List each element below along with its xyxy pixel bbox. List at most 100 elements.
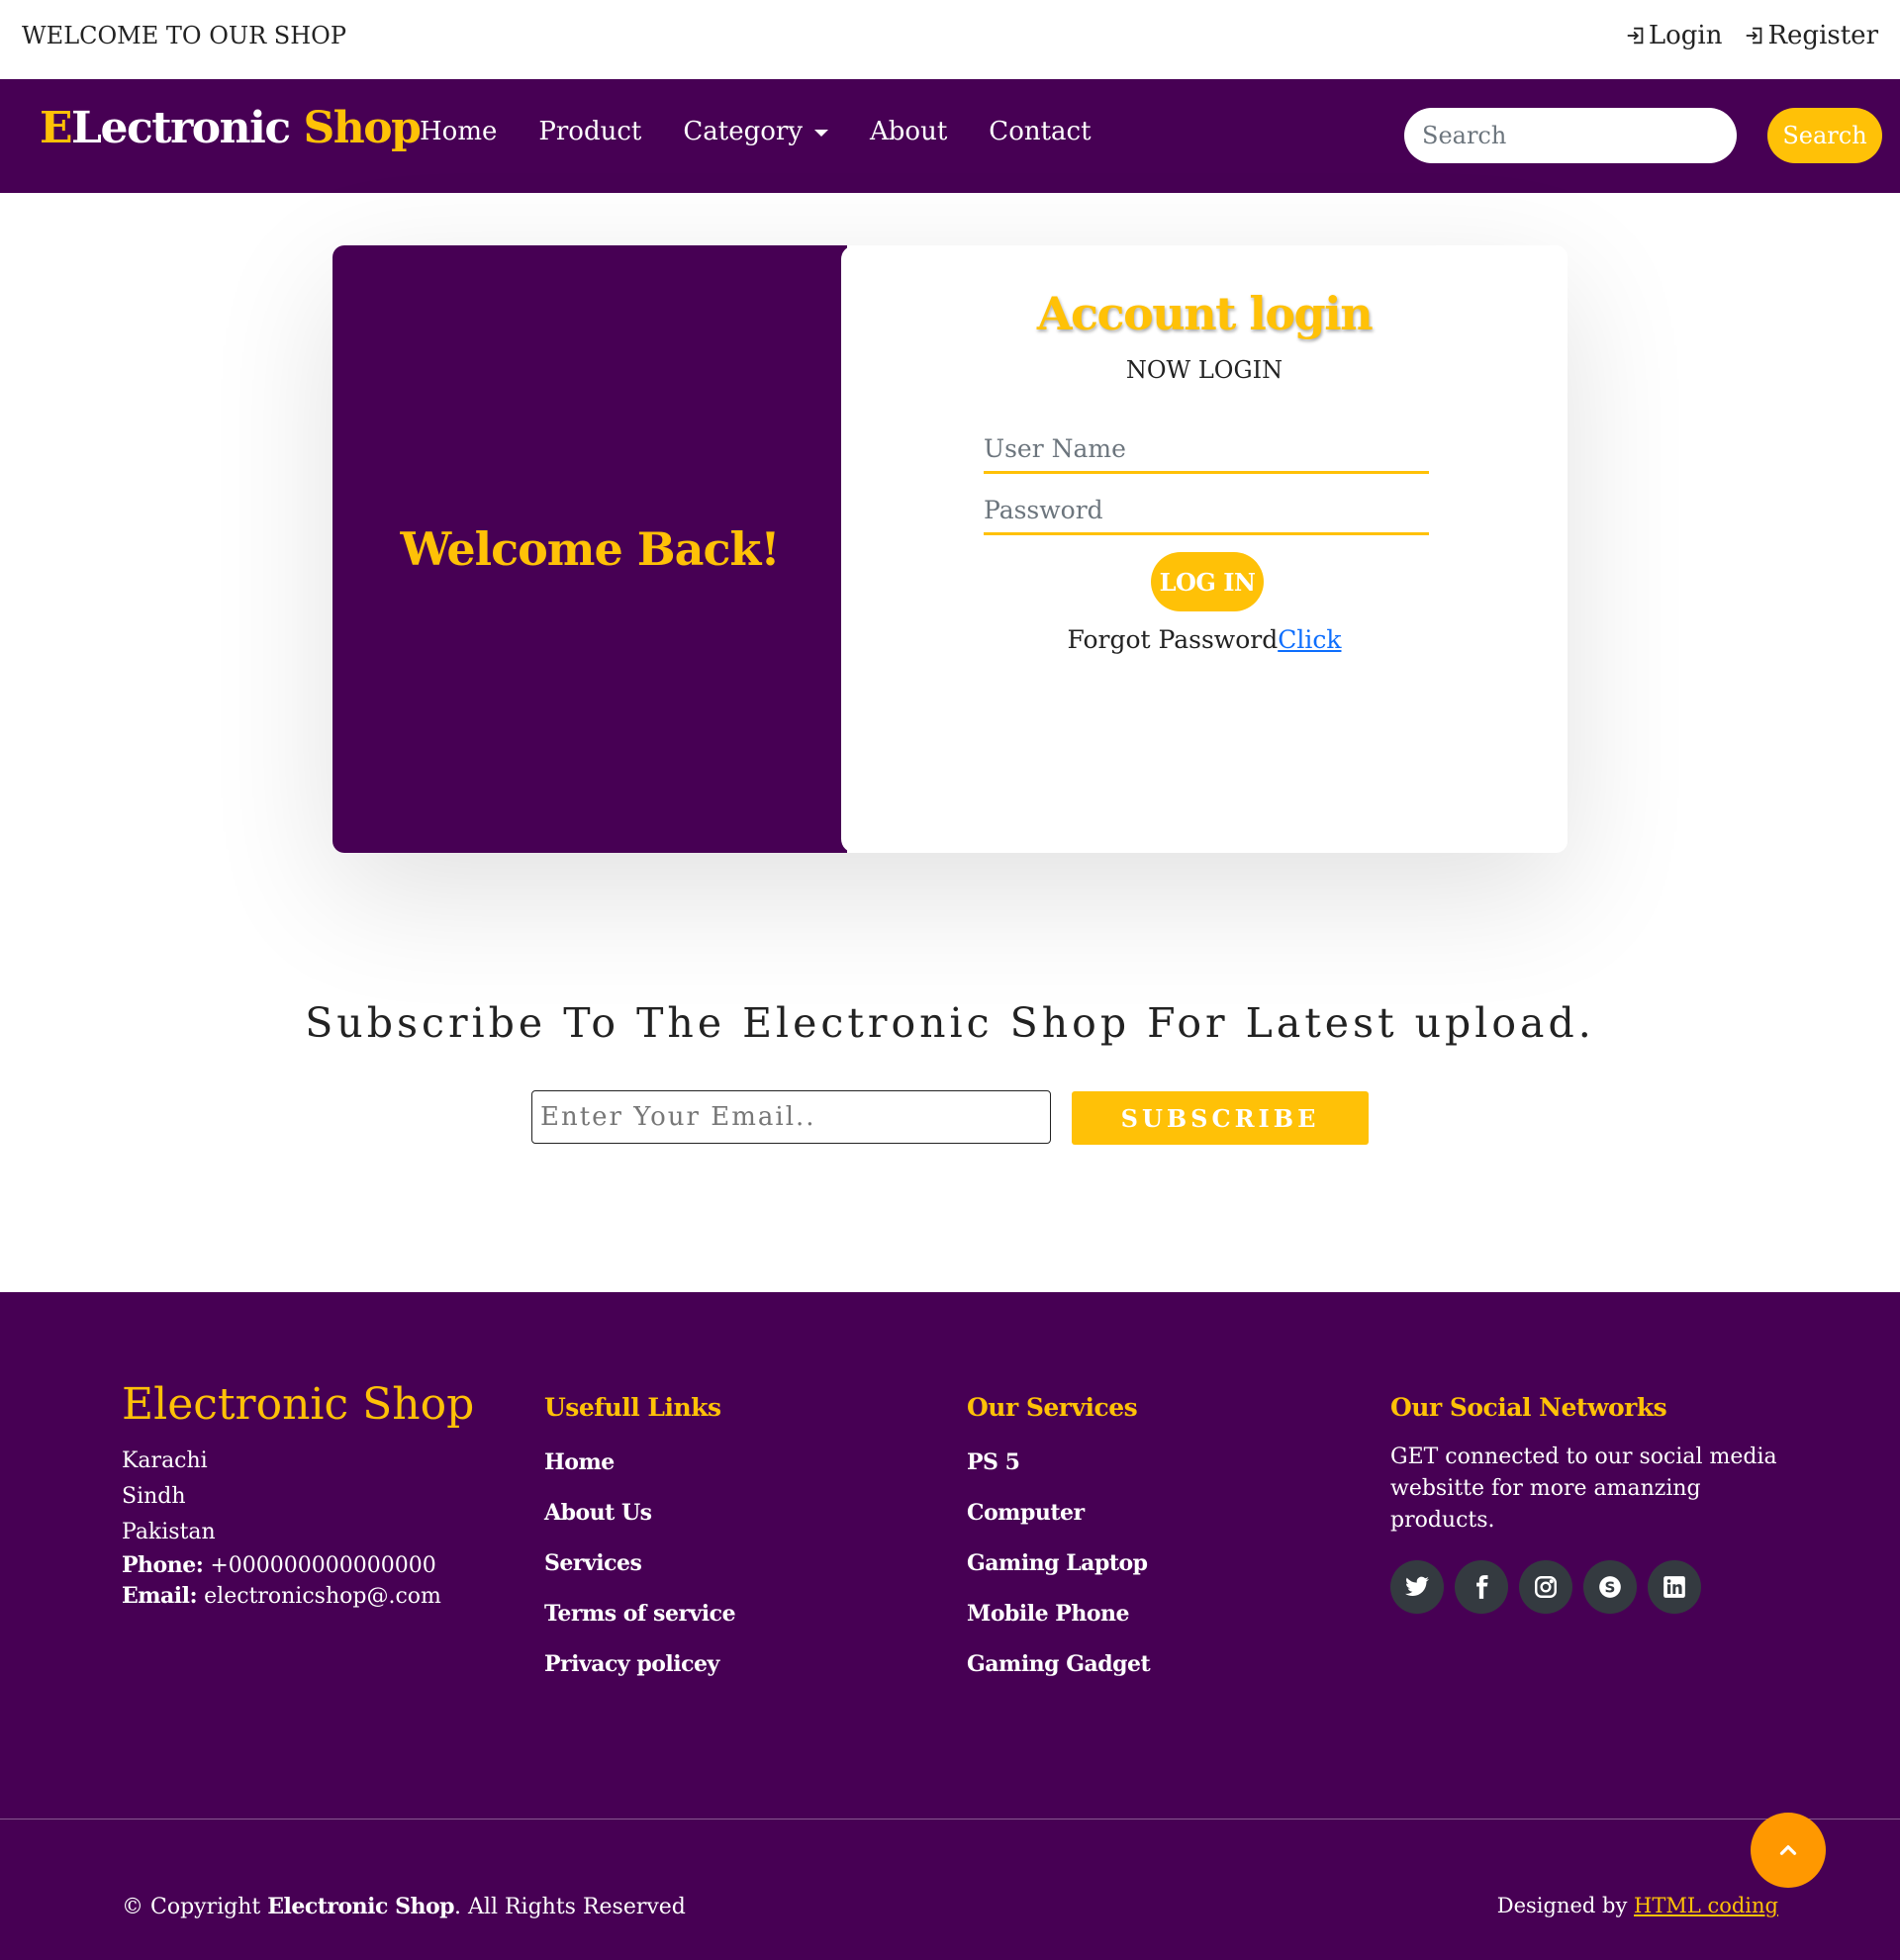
back-to-top-button[interactable] (1751, 1813, 1826, 1888)
nav-contact[interactable]: Contact (989, 117, 1091, 146)
copyright-brand: Electronic Shop (267, 1894, 455, 1919)
skype-icon: S (1599, 1576, 1621, 1598)
phone-label: Phone: (122, 1552, 204, 1578)
list-item: Home (544, 1449, 735, 1475)
login-button[interactable]: LOG IN (1151, 552, 1264, 611)
footer-services-list: PS 5 Computer Gaming Laptop Mobile Phone… (967, 1449, 1151, 1677)
facebook-icon (1476, 1575, 1488, 1599)
email-label: Email: (122, 1583, 198, 1609)
list-item: Privacy policey (544, 1651, 735, 1677)
copyright-prefix: © Copyright (122, 1895, 261, 1919)
instagram-icon (1535, 1576, 1557, 1598)
address-province: Sindh (122, 1484, 186, 1509)
twitter-link[interactable] (1390, 1560, 1444, 1614)
brand-middle: Lectronic (71, 103, 291, 153)
nav-links: Home Product Category About Contact (420, 117, 1092, 146)
brand-last: Shop (303, 103, 421, 153)
top-bar: WELCOME TO OUR SHOP Login Register (0, 0, 1900, 79)
login-card: Welcome Back! Account login NOW LOGIN Fo… (332, 245, 1568, 853)
list-item: PS 5 (967, 1449, 1150, 1475)
email-value: electronicshop@.com (204, 1584, 441, 1609)
list-item: Services (544, 1550, 735, 1576)
instagram-link[interactable] (1519, 1560, 1572, 1614)
list-item: About Us (544, 1500, 735, 1526)
forgot-password: Forgot PasswordClick (841, 625, 1568, 654)
nav-category-dropdown[interactable]: Category (683, 117, 829, 146)
footer-contact-column: Electronic Shop Karachi Sindh Pakistan P… (122, 1379, 474, 1612)
twitter-icon (1405, 1576, 1429, 1596)
login-form-panel: Account login NOW LOGIN Forgot PasswordC… (841, 245, 1568, 853)
register-link[interactable]: Register (1744, 21, 1878, 50)
welcome-back-heading: Welcome Back! (400, 522, 780, 576)
sign-in-icon (1627, 27, 1644, 45)
service-mobile-phone[interactable]: Mobile Phone (967, 1601, 1129, 1627)
footer-address: Karachi Sindh Pakistan (122, 1444, 474, 1550)
subscribe-email-input[interactable] (531, 1090, 1051, 1144)
footer-brand: Electronic Shop (122, 1379, 475, 1430)
footer-link-home[interactable]: Home (544, 1449, 615, 1475)
service-computer[interactable]: Computer (967, 1500, 1085, 1526)
footer-phone: Phone: +000000000000000 (122, 1550, 474, 1581)
footer-link-terms[interactable]: Terms of service (544, 1601, 736, 1627)
list-item: Computer (967, 1500, 1150, 1526)
footer-social-heading: Our Social Networks (1390, 1393, 1667, 1422)
site-footer: Electronic Shop Karachi Sindh Pakistan P… (0, 1292, 1900, 1960)
forgot-password-link[interactable]: Click (1278, 625, 1341, 654)
copyright-suffix: . All Rights Reserved (454, 1895, 686, 1919)
nav-category-label: Category (683, 117, 804, 146)
linkedin-icon (1663, 1576, 1685, 1598)
service-ps5[interactable]: PS 5 (967, 1449, 1020, 1475)
search-button[interactable]: Search (1767, 108, 1882, 163)
login-title: Account login (1036, 287, 1374, 340)
copyright-text: © Copyright Electronic Shop. All Rights … (122, 1894, 686, 1919)
footer-divider (0, 1819, 1900, 1820)
footer-social-text: GET connected to our social media websit… (1390, 1445, 1777, 1533)
list-item: Terms of service (544, 1601, 736, 1627)
footer-link-services[interactable]: Services (544, 1550, 642, 1576)
caret-down-icon (814, 130, 829, 137)
service-gaming-laptop[interactable]: Gaming Laptop (967, 1550, 1148, 1576)
skype-link[interactable]: S (1583, 1560, 1637, 1614)
footer-links-list: Home About Us Services Terms of service … (544, 1449, 736, 1677)
phone-value: +000000000000000 (210, 1553, 436, 1578)
footer-links-column: Usefull Links Home About Us Services Ter… (544, 1381, 736, 1702)
designed-by-link[interactable]: HTML coding (1634, 1894, 1778, 1917)
footer-social-column: Our Social Networks GET connected to our… (1390, 1381, 1806, 1614)
brand-logo[interactable]: ELectronic Shop (40, 103, 422, 153)
footer-link-privacy[interactable]: Privacy policey (544, 1651, 719, 1677)
service-gaming-gadget[interactable]: Gaming Gadget (967, 1651, 1151, 1677)
footer-links-heading: Usefull Links (544, 1393, 721, 1422)
search-input[interactable] (1404, 108, 1737, 163)
subscribe-title: Subscribe To The Electronic Shop For Lat… (305, 999, 1595, 1047)
register-label: Register (1767, 21, 1878, 50)
facebook-link[interactable] (1455, 1560, 1508, 1614)
nav-about[interactable]: About (870, 117, 947, 146)
main-navbar: ELectronic Shop Home Product Category Ab… (0, 79, 1900, 193)
list-item: Gaming Gadget (967, 1651, 1151, 1677)
nav-home[interactable]: Home (420, 117, 497, 146)
welcome-text: WELCOME TO OUR SHOP (22, 22, 346, 49)
footer-email: Email: electronicshop@.com (122, 1581, 474, 1612)
footer-link-about[interactable]: About Us (544, 1500, 652, 1526)
login-label: Login (1648, 21, 1723, 50)
linkedin-link[interactable] (1648, 1560, 1701, 1614)
designed-prefix: Designed by (1496, 1894, 1628, 1917)
list-item: Gaming Laptop (967, 1550, 1150, 1576)
list-item: Mobile Phone (967, 1601, 1150, 1627)
social-icons: S (1390, 1560, 1806, 1614)
designed-by: Designed by HTML coding (1497, 1894, 1778, 1917)
address-country: Pakistan (122, 1520, 216, 1544)
subscribe-button[interactable]: SUBSCRIBE (1072, 1091, 1369, 1145)
footer-services-heading: Our Services (967, 1393, 1138, 1422)
chevron-up-icon (1779, 1845, 1797, 1855)
brand-first-letter: E (40, 103, 73, 153)
nav-product[interactable]: Product (538, 117, 641, 146)
welcome-panel: Welcome Back! (332, 245, 847, 853)
svg-text:S: S (1605, 1578, 1616, 1596)
username-field[interactable] (984, 426, 1429, 474)
login-link[interactable]: Login (1625, 21, 1723, 50)
password-field[interactable] (984, 488, 1429, 535)
footer-services-column: Our Services PS 5 Computer Gaming Laptop… (967, 1381, 1151, 1702)
forgot-password-text: Forgot Password (1067, 625, 1279, 654)
login-subtitle: NOW LOGIN (1125, 356, 1283, 384)
